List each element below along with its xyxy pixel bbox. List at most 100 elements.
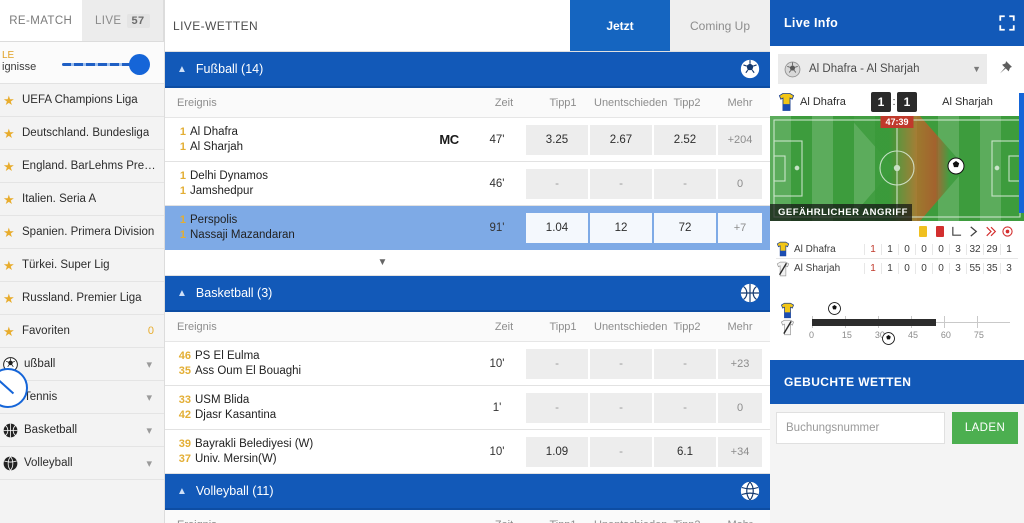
odd-draw[interactable]: 2.67 [590,124,652,155]
event-teams[interactable]: 1 Perspolis 1 Nassaji Mazandaran [165,213,429,243]
tab-jetzt[interactable]: Jetzt [570,0,670,51]
odd-tipp2[interactable]: 2.52 [654,124,716,155]
event-time: 46' [489,177,505,190]
tab-coming-up-label: Coming Up [689,18,751,33]
events-filter-slider-row[interactable]: LE ignisse [0,42,164,84]
tab-coming-up[interactable]: Coming Up [670,0,770,51]
odd-tipp2[interactable]: - [654,348,716,379]
odd-tipp1[interactable]: 1.04 [526,212,588,243]
sidebar-item-league-5[interactable]: ★ Türkei. Super Lig [0,249,164,282]
more-markets-button[interactable]: 0 [718,168,762,199]
tab-live[interactable]: LIVE 57 [81,0,164,41]
slider-knob[interactable] [129,54,150,75]
favoriten-count: 0 [147,325,154,337]
goal-marker-home [828,302,841,315]
right-panel-scrollbar[interactable] [1019,93,1024,213]
odd-tipp1[interactable]: - [526,348,588,379]
odd-draw[interactable]: - [590,168,652,199]
expand-icon[interactable] [998,14,1016,32]
home-score: 1 [870,92,891,112]
more-markets-button[interactable]: +23 [718,348,762,379]
odd-tipp1[interactable]: - [526,392,588,423]
stats-away-name: Al Sharjah [794,263,841,274]
home-tick: 1 [179,213,186,226]
soccer-ball-icon [3,356,18,372]
section-fussball: ▲ Fußball (14) Ereignis Zeit Tipp1 Unent… [165,52,770,276]
odd-draw[interactable]: - [590,436,652,467]
stats-row-home: Al Dhafra 1 1 0 0 0 3 32 29 1 [776,240,1018,259]
trophy-icon: ★ [3,191,15,207]
stats-icon-header [776,226,1018,240]
table-row[interactable]: 33 USM Blida 42 Djasr Kasantina 1' - - - 0 [165,386,770,430]
more-markets-button[interactable]: +34 [718,436,762,467]
booked-bets-header: GEBUCHTE WETTEN [770,360,1024,404]
table-row[interactable]: 46 PS El Eulma 35 Ass Oum El Bouaghi 10' -… [165,342,770,386]
section-header-fussball[interactable]: ▲ Fußball (14) [165,52,770,88]
stat-value: 0 [898,243,915,255]
odd-draw[interactable]: - [590,392,652,423]
odd-tipp1[interactable]: - [526,168,588,199]
home-score: 33 [178,393,191,406]
sidebar-item-sport-volleyball[interactable]: Volleyball ▾ [0,447,164,480]
away-score: 35 [178,364,191,377]
events-filter-label: LE ignisse [2,51,36,73]
home-jersey-icon [776,241,790,257]
sidebar-item-sport-fussball[interactable]: ußball ▾ [0,348,164,381]
col-tipp2: Tipp2 [656,519,718,523]
sidebar-item-league-2[interactable]: ★ England. BarLehms Premi... [0,150,164,183]
table-row[interactable]: 1 Al Dhafra 1 Al Sharjah MC 47' 3.25 2.67 … [165,118,770,162]
table-row[interactable]: 1 Delhi Dynamos 1 Jamshedpur 46' - - - 0 [165,162,770,206]
sidebar-item-league-0[interactable]: ★ UEFA Champions Liga [0,84,164,117]
match-timer: 47:39 [880,116,914,128]
stat-value: 29 [983,243,1000,255]
load-button[interactable]: LADEN [952,412,1018,444]
col-unentschieden: Unentschieden [594,320,668,333]
page-title: LIVE-WETTEN [173,18,259,33]
stat-value: 0 [932,263,949,274]
table-row[interactable]: 39 Bayrakli Belediyesi (W) 37 Univ. Mersin… [165,430,770,474]
league-list: ★ UEFA Champions Liga ★ Deutschland. Bun… [0,84,164,348]
odd-draw[interactable]: - [590,348,652,379]
table-row[interactable]: 1 Perspolis 1 Nassaji Mazandaran 91' 1.04 … [165,206,770,250]
match-stats: Al Dhafra 1 1 0 0 0 3 32 29 1 Al Sharjah [770,221,1024,282]
more-markets-button[interactable]: +7 [718,212,762,243]
event-teams[interactable]: 33 USM Blida 42 Djasr Kasantina [165,393,429,423]
event-teams[interactable]: 46 PS El Eulma 35 Ass Oum El Bouaghi [165,349,429,379]
match-selector-row: Al Dhafra - Al Sharjah ▼ [770,46,1024,90]
section-title: Volleyball (11) [195,484,274,498]
expand-section-button[interactable]: ▼ [165,250,770,276]
league-label: Türkei. Super Lig [22,259,110,271]
sidebar-item-league-6[interactable]: ★ Russland. Premier Liga [0,282,164,315]
slider-track[interactable] [62,63,132,66]
odd-tipp2[interactable]: 6.1 [654,436,716,467]
sidebar-item-sport-basketball[interactable]: Basketball ▾ [0,414,164,447]
sidebar-item-league-3[interactable]: ★ Italien. Seria A [0,183,164,216]
match-selector[interactable]: Al Dhafra - Al Sharjah ▼ [778,54,987,84]
booking-number-input[interactable]: Buchungsnummer [776,412,945,444]
event-teams[interactable]: 1 Al Dhafra 1 Al Sharjah [165,125,429,155]
odd-tipp1[interactable]: 3.25 [526,124,588,155]
sidebar-item-league-1[interactable]: ★ Deutschland. Bundesliga [0,117,164,150]
section-header-volleyball[interactable]: ▲ Volleyball (11) [165,474,770,510]
sidebar-item-sport-tennis[interactable]: Tennis ▾ [0,381,164,414]
sidebar-item-favoriten[interactable]: ★ Favoriten 0 [0,315,164,348]
scoreboard-away-team: Al Sharjah [942,96,993,108]
more-markets-button[interactable]: +204 [718,124,762,155]
col-tipp2: Tipp2 [673,96,701,109]
odd-tipp1[interactable]: 1.09 [526,436,588,467]
odd-tipp2[interactable]: 72 [654,212,716,243]
section-header-basketball[interactable]: ▲ Basketball (3) [165,276,770,312]
pin-icon[interactable] [994,59,1014,79]
stat-value: 0 [898,263,915,274]
event-teams[interactable]: 1 Delhi Dynamos 1 Jamshedpur [165,169,429,199]
odd-draw[interactable]: 12 [590,212,652,243]
col-ereignis: Ereignis [165,519,476,523]
more-markets-button[interactable]: 0 [718,392,762,423]
tab-pre-match[interactable]: RE-MATCH [0,0,82,41]
away-team: Al Sharjah [190,140,244,153]
sidebar-item-league-4[interactable]: ★ Spanien. Primera Division [0,216,164,249]
tennis-ball-icon [3,390,18,405]
event-teams[interactable]: 39 Bayrakli Belediyesi (W) 37 Univ. Mersin… [165,437,429,467]
odd-tipp2[interactable]: - [654,392,716,423]
odd-tipp2[interactable]: - [654,168,716,199]
